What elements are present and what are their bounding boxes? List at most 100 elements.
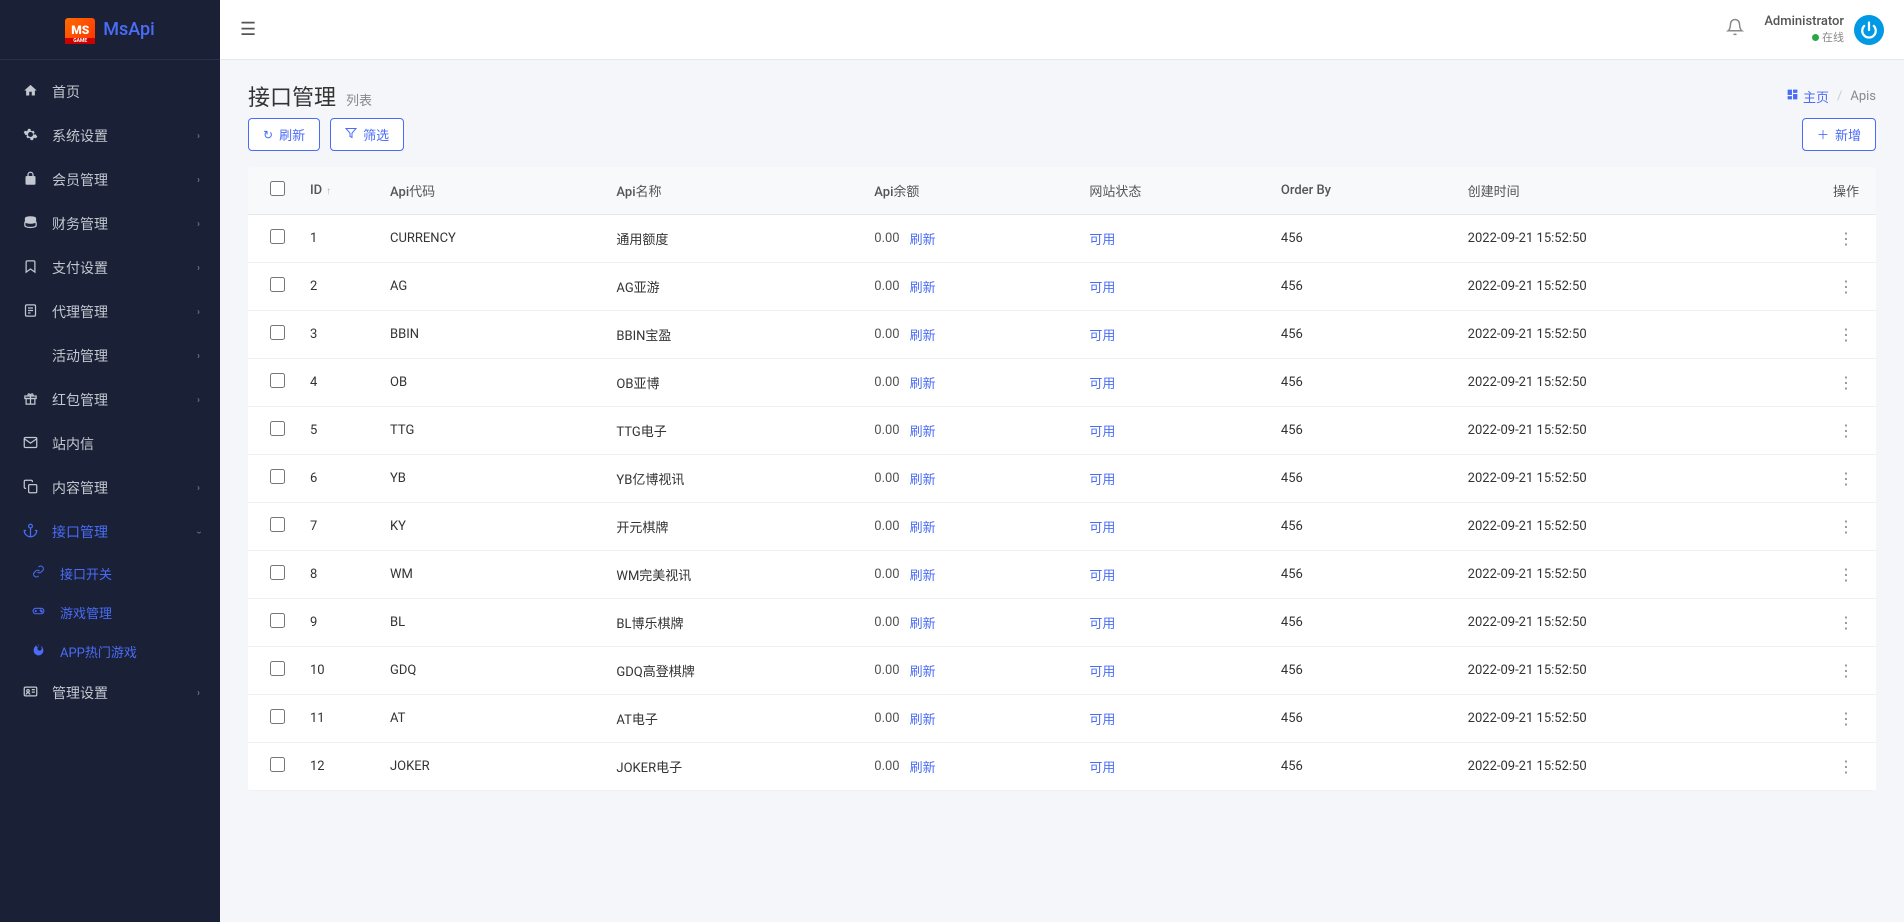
status-link[interactable]: 可用 <box>1089 281 1115 296</box>
sidebar-item-0[interactable]: 首页 <box>0 70 220 114</box>
balance-refresh-link[interactable]: 刷新 <box>910 229 936 248</box>
header-site-status[interactable]: 网站状态 <box>1077 167 1269 215</box>
header-api-balance[interactable]: Api余额 <box>862 167 1077 215</box>
balance-refresh-link[interactable]: 刷新 <box>910 421 936 440</box>
refresh-button[interactable]: ↻ 刷新 <box>248 118 320 151</box>
cell-status: 可用 <box>1077 311 1269 359</box>
row-actions-icon[interactable]: ⋮ <box>1838 517 1854 536</box>
status-link[interactable]: 可用 <box>1089 425 1115 440</box>
table-row: 5 TTG TTG电子 0.00刷新 可用 456 2022-09-21 15:… <box>248 407 1876 455</box>
select-all-checkbox[interactable] <box>270 181 285 196</box>
chevron-icon: › <box>197 175 200 186</box>
balance-value: 0.00 <box>874 663 899 678</box>
brand-logo-icon: MS <box>65 18 95 42</box>
envelope-icon <box>20 435 40 454</box>
balance-refresh-link[interactable]: 刷新 <box>910 565 936 584</box>
sidebar-subitem-10-0[interactable]: 接口开关 <box>0 554 220 593</box>
sidebar-item-2[interactable]: 会员管理› <box>0 158 220 202</box>
row-actions-icon[interactable]: ⋮ <box>1838 421 1854 440</box>
header-order-by[interactable]: Order By <box>1269 167 1456 215</box>
status-link[interactable]: 可用 <box>1089 521 1115 536</box>
status-link[interactable]: 可用 <box>1089 233 1115 248</box>
balance-refresh-link[interactable]: 刷新 <box>910 709 936 728</box>
status-link[interactable]: 可用 <box>1089 473 1115 488</box>
sidebar-item-4[interactable]: 支付设置› <box>0 246 220 290</box>
sidebar-item-9[interactable]: 内容管理› <box>0 466 220 510</box>
balance-refresh-link[interactable]: 刷新 <box>910 613 936 632</box>
row-actions-icon[interactable]: ⋮ <box>1838 229 1854 248</box>
row-checkbox[interactable] <box>270 709 285 724</box>
cell-api-name: 通用额度 <box>604 215 862 263</box>
sidebar-item-10[interactable]: 接口管理› <box>0 510 220 554</box>
cell-api-balance: 0.00刷新 <box>862 743 1077 791</box>
header-api-code[interactable]: Api代码 <box>378 167 604 215</box>
status-link[interactable]: 可用 <box>1089 665 1115 680</box>
status-link[interactable]: 可用 <box>1089 761 1115 776</box>
sidebar-subitem-10-2[interactable]: APP热门游戏 <box>0 632 220 671</box>
sidebar-subitem-10-1[interactable]: 游戏管理 <box>0 593 220 632</box>
status-link[interactable]: 可用 <box>1089 713 1115 728</box>
cell-created-at: 2022-09-21 15:52:50 <box>1456 455 1816 503</box>
hamburger-icon[interactable]: ☰ <box>240 19 256 40</box>
sidebar-item-3[interactable]: 财务管理› <box>0 202 220 246</box>
bell-icon[interactable] <box>1726 18 1744 41</box>
header-id[interactable]: ID↑ <box>298 167 378 215</box>
header-api-name[interactable]: Api名称 <box>604 167 862 215</box>
row-actions-icon[interactable]: ⋮ <box>1838 757 1854 776</box>
add-button[interactable]: ＋ 新增 <box>1802 118 1876 151</box>
user-menu[interactable]: Administrator 在线 <box>1764 14 1884 45</box>
row-checkbox[interactable] <box>270 421 285 436</box>
row-checkbox[interactable] <box>270 469 285 484</box>
row-actions-icon[interactable]: ⋮ <box>1838 709 1854 728</box>
cell-order-by: 456 <box>1269 695 1456 743</box>
row-checkbox[interactable] <box>270 661 285 676</box>
sidebar-item-8[interactable]: 站内信 <box>0 422 220 466</box>
row-checkbox[interactable] <box>270 325 285 340</box>
row-checkbox[interactable] <box>270 517 285 532</box>
power-icon[interactable] <box>1854 15 1884 45</box>
row-checkbox[interactable] <box>270 757 285 772</box>
sidebar-item-5[interactable]: 代理管理› <box>0 290 220 334</box>
balance-refresh-link[interactable]: 刷新 <box>910 757 936 776</box>
row-actions-icon[interactable]: ⋮ <box>1838 661 1854 680</box>
balance-refresh-link[interactable]: 刷新 <box>910 661 936 680</box>
row-checkbox[interactable] <box>270 373 285 388</box>
cell-order-by: 456 <box>1269 647 1456 695</box>
sidebar-item-label: 活动管理 <box>52 346 197 366</box>
cell-api-code: JOKER <box>378 743 604 791</box>
balance-refresh-link[interactable]: 刷新 <box>910 373 936 392</box>
cell-created-at: 2022-09-21 15:52:50 <box>1456 647 1816 695</box>
row-actions-icon[interactable]: ⋮ <box>1838 469 1854 488</box>
balance-value: 0.00 <box>874 615 899 630</box>
balance-refresh-link[interactable]: 刷新 <box>910 277 936 296</box>
row-actions-icon[interactable]: ⋮ <box>1838 277 1854 296</box>
cell-api-code: CURRENCY <box>378 215 604 263</box>
status-link[interactable]: 可用 <box>1089 617 1115 632</box>
sidebar-item-1[interactable]: 系统设置› <box>0 114 220 158</box>
status-link[interactable]: 可用 <box>1089 377 1115 392</box>
header-created-at[interactable]: 创建时间 <box>1456 167 1816 215</box>
row-checkbox[interactable] <box>270 565 285 580</box>
row-actions-icon[interactable]: ⋮ <box>1838 613 1854 632</box>
row-actions-icon[interactable]: ⋮ <box>1838 325 1854 344</box>
status-link[interactable]: 可用 <box>1089 329 1115 344</box>
breadcrumb-home[interactable]: 主页 <box>1786 87 1829 106</box>
sidebar-item-11[interactable]: 管理设置› <box>0 671 220 715</box>
plus-icon: ＋ <box>1817 126 1829 143</box>
filter-button[interactable]: 筛选 <box>330 118 404 151</box>
row-actions-icon[interactable]: ⋮ <box>1838 565 1854 584</box>
sidebar-item-label: 内容管理 <box>52 478 197 498</box>
page-header: 接口管理 列表 主页 / Apis <box>248 80 1876 112</box>
cell-status: 可用 <box>1077 455 1269 503</box>
balance-refresh-link[interactable]: 刷新 <box>910 325 936 344</box>
balance-refresh-link[interactable]: 刷新 <box>910 469 936 488</box>
sidebar-item-7[interactable]: 红包管理› <box>0 378 220 422</box>
row-checkbox[interactable] <box>270 277 285 292</box>
row-checkbox[interactable] <box>270 613 285 628</box>
row-actions-icon[interactable]: ⋮ <box>1838 373 1854 392</box>
status-link[interactable]: 可用 <box>1089 569 1115 584</box>
row-checkbox[interactable] <box>270 229 285 244</box>
sidebar-item-6[interactable]: 活动管理› <box>0 334 220 378</box>
brand[interactable]: MS MsApi <box>0 0 220 60</box>
balance-refresh-link[interactable]: 刷新 <box>910 517 936 536</box>
